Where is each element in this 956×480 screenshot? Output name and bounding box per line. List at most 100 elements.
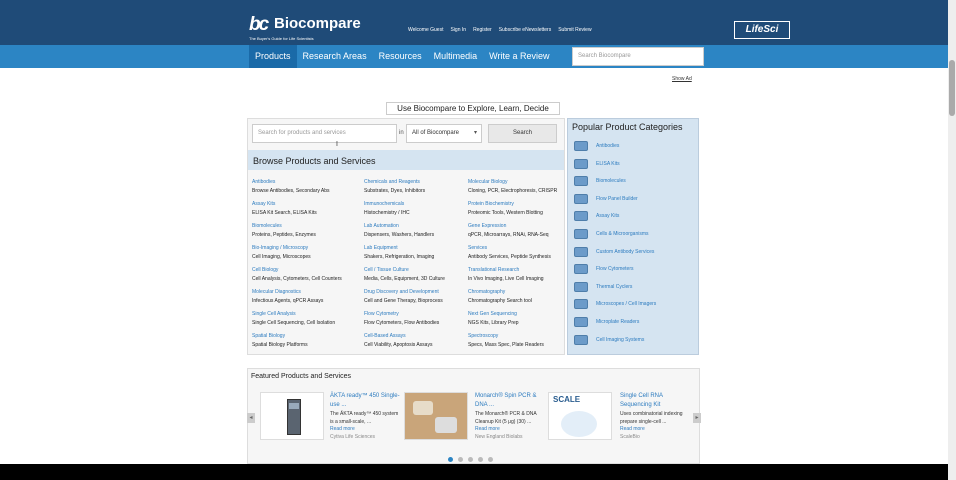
popular-category-item[interactable]: Microscopes / Cell Imagers bbox=[574, 299, 656, 310]
browse-category-sub: Flow Cytometers, Flow Antibodies bbox=[364, 320, 440, 326]
nav-write-review[interactable]: Write a Review bbox=[483, 45, 555, 68]
browse-category-link[interactable]: Chromatography bbox=[468, 288, 580, 297]
product-search-input[interactable]: Search for products and services bbox=[252, 124, 397, 143]
carousel-dot[interactable] bbox=[488, 457, 493, 462]
browse-category-link[interactable]: Spectroscopy bbox=[468, 332, 580, 341]
browse-category-sub: ELISA Kit Search, ELISA Kits bbox=[252, 210, 317, 216]
browse-category-link[interactable]: Lab Automation bbox=[364, 222, 476, 231]
popular-category-item[interactable]: ELISA Kits bbox=[574, 158, 620, 169]
browse-category-sub: NGS Kits, Library Prep bbox=[468, 320, 519, 326]
browse-category-link[interactable]: Chemicals and Reagents bbox=[364, 178, 476, 187]
browse-category-link[interactable]: Services bbox=[468, 244, 580, 253]
popular-category-item[interactable]: Flow Panel Builder bbox=[574, 193, 638, 204]
browse-category-sub: Specs, Mass Spec, Plate Readers bbox=[468, 342, 544, 348]
popular-category-item[interactable]: Thermal Cyclers bbox=[574, 281, 632, 292]
popular-category-item[interactable]: Flow Cytometers bbox=[574, 264, 634, 275]
browse-category-link[interactable]: Protein Biochemistry bbox=[468, 200, 580, 209]
popular-category-label[interactable]: Assay Kits bbox=[596, 213, 619, 219]
read-more-link[interactable]: Read more bbox=[475, 426, 545, 433]
popular-category-label[interactable]: Flow Cytometers bbox=[596, 266, 634, 272]
browse-category-link[interactable]: Assay Kits bbox=[252, 200, 364, 209]
cell-imaging-icon bbox=[574, 334, 588, 345]
popular-category-item[interactable]: Cell Imaging Systems bbox=[574, 334, 644, 345]
popular-category-label[interactable]: Microscopes / Cell Imagers bbox=[596, 301, 656, 307]
carousel-prev-button[interactable]: ◂ bbox=[247, 413, 255, 423]
browse-category-link[interactable]: Gene Expression bbox=[468, 222, 580, 231]
browse-category: Gene Expression qPCR, Microarrays, RNAi, … bbox=[468, 222, 580, 240]
lifesci-logo[interactable]: LifeSci bbox=[734, 21, 790, 39]
browse-category-link[interactable]: Molecular Diagnostics bbox=[252, 288, 364, 297]
popular-category-label[interactable]: Antibodies bbox=[596, 143, 619, 149]
search-button[interactable]: Search bbox=[488, 124, 557, 143]
popular-category-item[interactable]: Biomolecules bbox=[574, 176, 626, 187]
carousel-dot[interactable] bbox=[478, 457, 483, 462]
browse-category-link[interactable]: Molecular Biology bbox=[468, 178, 580, 187]
featured-desc: The ÄKTA ready™ 450 system is a small-sc… bbox=[330, 411, 399, 425]
search-scope-select[interactable]: All of Biocompare bbox=[406, 124, 482, 143]
show-ad-link[interactable]: Show Ad bbox=[672, 76, 692, 82]
carousel-dot[interactable] bbox=[458, 457, 463, 462]
popular-category-label[interactable]: Thermal Cyclers bbox=[596, 284, 632, 290]
browse-category-sub: qPCR, Microarrays, RNAi, RNA-Seq bbox=[468, 232, 549, 238]
browse-category-link[interactable]: Drug Discovery and Development bbox=[364, 288, 476, 297]
browse-category-link[interactable]: Lab Equipment bbox=[364, 244, 476, 253]
popular-category-label[interactable]: Custom Antibody Services bbox=[596, 249, 654, 255]
browse-category-link[interactable]: Single Cell Analysis bbox=[252, 310, 364, 319]
product-image-scalebio[interactable]: SCALE bbox=[548, 392, 612, 440]
browse-category-link[interactable]: Spatial Biology bbox=[252, 332, 364, 341]
utility-links: Welcome Guest Sign In Register Subscribe… bbox=[408, 27, 592, 33]
register-link[interactable]: Register bbox=[473, 27, 492, 33]
product-image-akta[interactable] bbox=[260, 392, 324, 440]
browse-category-link[interactable]: Next Gen Sequencing bbox=[468, 310, 580, 319]
popular-category-item[interactable]: Assay Kits bbox=[574, 211, 619, 222]
browse-category-sub: Proteomic Tools, Western Blotting bbox=[468, 210, 543, 216]
popular-category-item[interactable]: Microplate Readers bbox=[574, 317, 639, 327]
petri-dish-icon bbox=[574, 229, 588, 239]
popular-category-label[interactable]: Cells & Microorganisms bbox=[596, 231, 649, 237]
hero-tagline: Use Biocompare to Explore, Learn, Decide bbox=[386, 102, 560, 115]
flow-cytometer-icon bbox=[574, 264, 588, 275]
popular-category-label[interactable]: Cell Imaging Systems bbox=[596, 337, 644, 343]
popular-category-label[interactable]: Flow Panel Builder bbox=[596, 196, 638, 202]
popular-category-item[interactable]: Cells & Microorganisms bbox=[574, 229, 649, 239]
featured-name[interactable]: Single Cell RNA Sequencing Kit bbox=[620, 392, 690, 410]
scrollbar-thumb[interactable] bbox=[949, 60, 955, 116]
featured-name[interactable]: ÄKTA ready™ 450 Single-use ... bbox=[330, 392, 400, 410]
nav-multimedia[interactable]: Multimedia bbox=[428, 45, 484, 68]
popular-category-item[interactable]: Antibodies bbox=[574, 141, 619, 151]
browse-category: Assay Kits ELISA Kit Search, ELISA Kits bbox=[252, 200, 364, 218]
biocompare-logo-mark[interactable]: bc bbox=[249, 14, 269, 36]
nav-research-areas[interactable]: Research Areas bbox=[297, 45, 373, 68]
carousel-dot[interactable] bbox=[468, 457, 473, 462]
read-more-link[interactable]: Read more bbox=[330, 426, 400, 433]
browse-category-link[interactable]: Cell / Tissue Culture bbox=[364, 266, 476, 275]
submit-review-link[interactable]: Submit Review bbox=[558, 27, 591, 33]
browse-category-link[interactable]: Cell-Based Assays bbox=[364, 332, 476, 341]
browse-category-link[interactable]: Biomolecules bbox=[252, 222, 364, 231]
browse-category-link[interactable]: Cell Biology bbox=[252, 266, 364, 275]
nav-search-input[interactable]: Search Biocompare bbox=[572, 47, 704, 66]
popular-category-label[interactable]: Microplate Readers bbox=[596, 319, 639, 325]
carousel-dot[interactable] bbox=[448, 457, 453, 462]
subscribe-link[interactable]: Subscribe eNewsletters bbox=[499, 27, 552, 33]
popular-category-label[interactable]: ELISA Kits bbox=[596, 161, 620, 167]
sign-in-link[interactable]: Sign In bbox=[450, 27, 466, 33]
browse-category-sub: Cell Imaging, Microscopes bbox=[252, 254, 311, 260]
featured-name[interactable]: Monarch® Spin PCR & DNA ... bbox=[475, 392, 545, 410]
read-more-link[interactable]: Read more bbox=[620, 426, 690, 433]
browse-category-link[interactable]: Flow Cytometry bbox=[364, 310, 476, 319]
biocompare-logo-text[interactable]: Biocompare bbox=[274, 15, 361, 32]
browse-category-link[interactable]: Bio-Imaging / Microscopy bbox=[252, 244, 364, 253]
carousel-next-button[interactable]: ▸ bbox=[693, 413, 701, 423]
popular-category-item[interactable]: Custom Antibody Services bbox=[574, 246, 654, 257]
browse-category-sub: Substrates, Dyes, Inhibitors bbox=[364, 188, 426, 194]
browse-category-link[interactable]: Antibodies bbox=[252, 178, 364, 187]
browse-category-link[interactable]: Immunochemicals bbox=[364, 200, 476, 209]
product-image-monarch[interactable] bbox=[404, 392, 468, 440]
nav-products[interactable]: Products bbox=[249, 45, 297, 68]
popular-category-label[interactable]: Biomolecules bbox=[596, 178, 626, 184]
browse-category-link[interactable]: Translational Research bbox=[468, 266, 580, 275]
carousel-dots bbox=[448, 457, 493, 462]
nav-resources[interactable]: Resources bbox=[373, 45, 428, 68]
text-cursor-icon: I bbox=[336, 141, 338, 148]
